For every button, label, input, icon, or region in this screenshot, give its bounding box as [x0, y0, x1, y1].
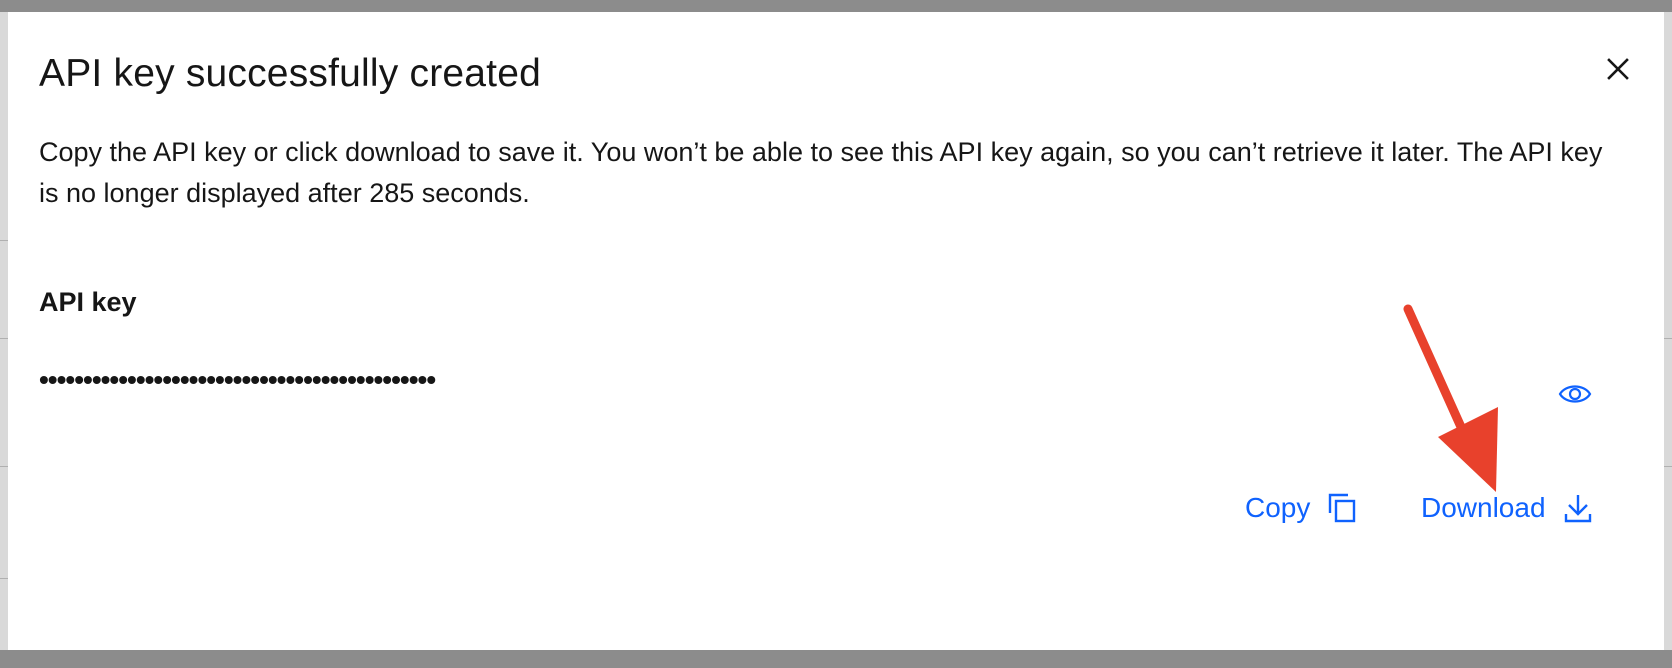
annotation-arrow	[1403, 304, 1498, 492]
background-divider	[0, 240, 8, 241]
close-icon	[1607, 58, 1629, 80]
download-icon	[1564, 495, 1591, 523]
show-key-button[interactable]	[1553, 374, 1597, 414]
copy-button-label: Copy	[1245, 492, 1311, 523]
background-divider	[0, 578, 8, 579]
eye-icon	[1558, 385, 1592, 403]
background-divider	[0, 466, 8, 467]
copy-icon	[1329, 493, 1356, 523]
api-key-masked-value[interactable]: ••••••••••••••••••••••••••••••••••••••••…	[39, 364, 436, 396]
background-page-right	[1664, 12, 1672, 650]
api-key-modal: API key successfully created Copy the AP…	[8, 12, 1664, 650]
close-button[interactable]	[1596, 47, 1640, 91]
modal-title: API key successfully created	[39, 52, 541, 95]
background-divider	[1664, 466, 1672, 467]
api-key-label: API key	[39, 287, 137, 317]
background-page-left	[0, 12, 8, 650]
background-divider	[1664, 338, 1672, 339]
copy-button[interactable]: Copy	[1245, 492, 1356, 524]
background-divider	[0, 338, 8, 339]
modal-description: Copy the API key or click download to sa…	[39, 137, 1603, 208]
